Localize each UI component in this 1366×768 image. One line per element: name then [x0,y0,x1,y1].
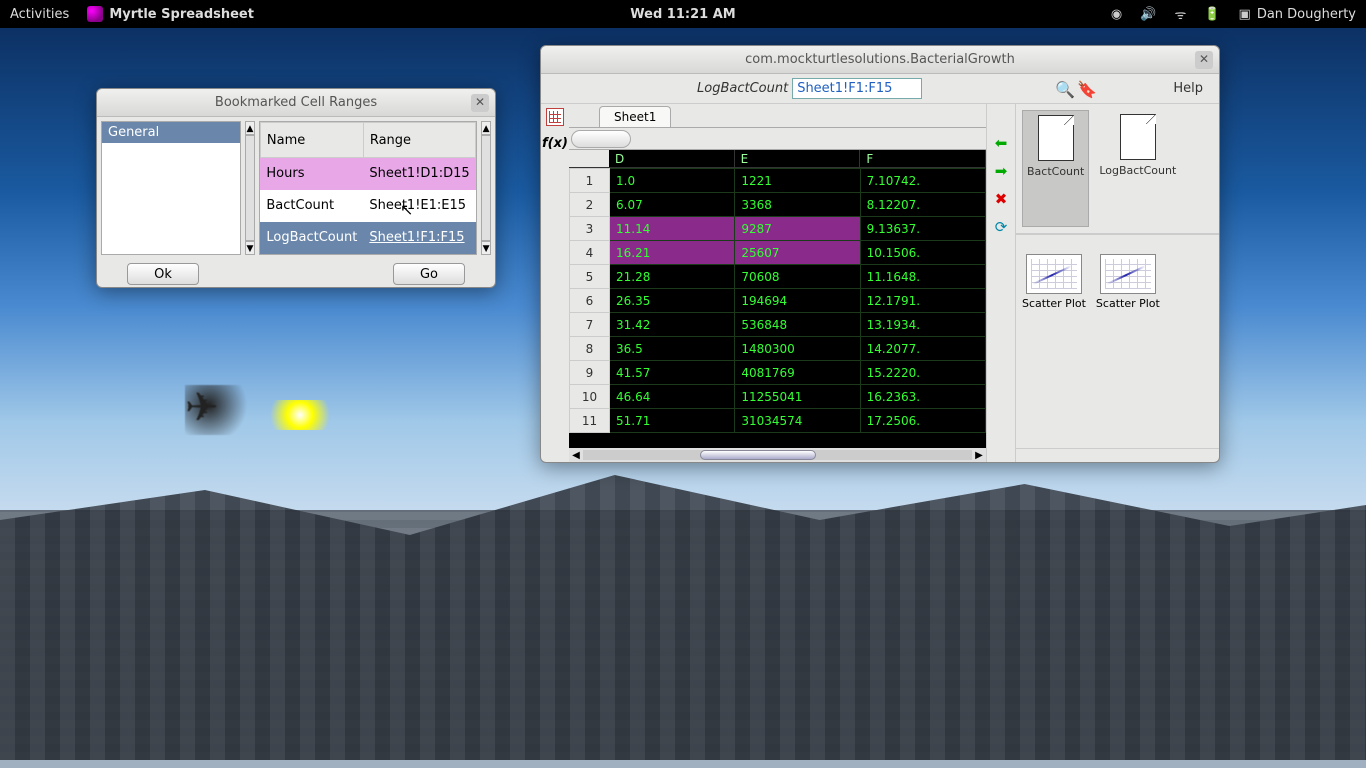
table-row[interactable]: 1151.713103457417.2506. [570,409,986,433]
help-menu[interactable]: Help [1163,81,1213,96]
refresh-icon[interactable]: ⟳ [992,218,1010,236]
table-row[interactable]: 626.3519469412.1791. [570,289,986,313]
chart-thumb[interactable]: Scatter Plot [1022,254,1086,442]
document-icon [1038,115,1074,161]
battery-icon[interactable]: 🔋 [1204,7,1220,22]
name-box[interactable] [571,130,631,148]
wallpaper-ship [185,385,265,435]
go-button[interactable]: Go [393,263,465,285]
dialog-titlebar[interactable]: Bookmarked Cell Ranges ✕ [97,89,495,117]
table-row[interactable]: 941.57408176915.2220. [570,361,986,385]
arrow-right-icon[interactable]: ➡ [992,162,1010,180]
col-header[interactable]: E [735,150,861,167]
formula-bar [569,128,986,150]
range-label: LogBactCount [697,81,788,96]
scroll-left-icon[interactable]: ◀ [569,450,583,461]
close-icon[interactable]: ✕ [471,94,489,112]
chart-preview-icon [1026,254,1082,294]
data-source-thumb[interactable]: LogBactCount [1095,110,1180,227]
bookmark-row[interactable]: LogBactCountSheet1!F1:F15 [260,222,475,254]
window-titlebar[interactable]: com.mockturtlesolutions.BacterialGrowth … [541,46,1219,74]
chart-label: Scatter Plot [1096,297,1160,310]
charts-panel: Scatter Plot Scatter Plot [1016,248,1219,448]
chart-preview-icon [1100,254,1156,294]
table-row[interactable]: 836.5148030014.2077. [570,337,986,361]
sheet-tab[interactable]: Sheet1 [599,106,671,127]
bookmark-table: Name Range HoursSheet1!D1:D15BactCountSh… [259,121,477,255]
panel-scrollbar[interactable] [1016,448,1219,462]
delete-icon[interactable]: ✖ [992,190,1010,208]
user-menu[interactable]: ▣ Dan Dougherty [1239,7,1356,22]
fx-icon[interactable]: f(x) [546,134,564,152]
accessibility-icon[interactable]: ◉ [1111,7,1122,22]
volume-icon[interactable]: 🔊 [1140,7,1156,22]
right-panel: BactCountLogBactCount Scatter PlotScatte… [1015,104,1219,462]
wallpaper-flare [260,400,340,430]
user-icon: ▣ [1239,7,1251,22]
chart-label: Scatter Plot [1022,297,1086,310]
bookmark-categories-list[interactable]: General [101,121,241,255]
wifi-icon[interactable]: ᯤ [1174,5,1186,23]
col-header[interactable]: D [609,150,735,167]
search-icon[interactable]: 🔍 [1055,80,1073,98]
panel-scrollbar[interactable] [1016,234,1219,248]
ok-button[interactable]: Ok [127,263,199,285]
thumb-label: BactCount [1027,165,1084,178]
left-toolbar: f(x) [541,104,569,462]
scroll-right-icon[interactable]: ▶ [972,450,986,461]
thumb-label: LogBactCount [1099,164,1176,177]
data-sources-panel: BactCount LogBactCount [1016,104,1219,234]
range-input[interactable] [792,78,922,99]
close-icon[interactable]: ✕ [1195,51,1213,69]
table-header-row: Name Range [260,123,475,158]
gnome-topbar: Activities Myrtle Spreadsheet Wed 11:21 … [0,0,1366,28]
category-item[interactable]: General [102,122,240,143]
wallpaper-structure [0,460,1366,760]
scroll-thumb[interactable] [700,450,817,460]
bookmark-icon[interactable]: 🔖 [1077,80,1095,98]
sheet-tabs: Sheet1 [569,104,986,128]
column-headers: D E F [569,150,986,168]
table-row[interactable]: 416.212560710.1506. [570,241,986,265]
toolbar: LogBactCount 🔍 🔖 Help [541,74,1219,104]
action-toolbar: ⬅ ➡ ✖ ⟳ [987,104,1015,462]
user-name: Dan Dougherty [1257,7,1356,22]
active-app[interactable]: Myrtle Spreadsheet [87,6,254,22]
scrollbar[interactable]: ▲▼ [481,121,491,255]
clock[interactable]: Wed 11:21 AM [630,7,735,22]
window-title: com.mockturtlesolutions.BacterialGrowth [745,52,1015,67]
table-row[interactable]: 521.287060811.1648. [570,265,986,289]
table-row[interactable]: 311.1492879.13637. [570,217,986,241]
arrow-left-icon[interactable]: ⬅ [992,134,1010,152]
table-row[interactable]: 11.012217.10742. [570,169,986,193]
scrollbar[interactable]: ▲▼ [245,121,255,255]
spreadsheet-window: com.mockturtlesolutions.BacterialGrowth … [540,45,1220,463]
app-name: Myrtle Spreadsheet [109,7,254,22]
document-icon [1120,114,1156,160]
table-row[interactable]: 731.4253684813.1934. [570,313,986,337]
col-name[interactable]: Name [260,123,363,158]
table-row[interactable]: 26.0733688.12207. [570,193,986,217]
cell-grid[interactable]: 11.012217.10742.26.0733688.12207.311.149… [569,168,986,448]
bookmark-row[interactable]: HoursSheet1!D1:D15 [260,158,475,190]
grid-icon[interactable] [546,108,564,126]
bookmark-row[interactable]: BactCountSheet1!E1:E15 [260,190,475,222]
data-source-thumb[interactable]: BactCount [1022,110,1089,227]
table-row[interactable]: 1046.641125504116.2363. [570,385,986,409]
dialog-title: Bookmarked Cell Ranges [215,95,377,110]
sheet-area: Sheet1 D E F 11.012217.10742.26.0733688.… [569,104,987,462]
col-range[interactable]: Range [363,123,475,158]
activities-button[interactable]: Activities [10,7,69,22]
app-icon [87,6,103,22]
horizontal-scrollbar[interactable]: ◀ ▶ [569,448,986,462]
bookmarks-dialog: Bookmarked Cell Ranges ✕ General ▲▼ Name… [96,88,496,288]
col-header[interactable]: F [860,150,986,167]
chart-thumb[interactable]: Scatter Plot [1096,254,1160,442]
